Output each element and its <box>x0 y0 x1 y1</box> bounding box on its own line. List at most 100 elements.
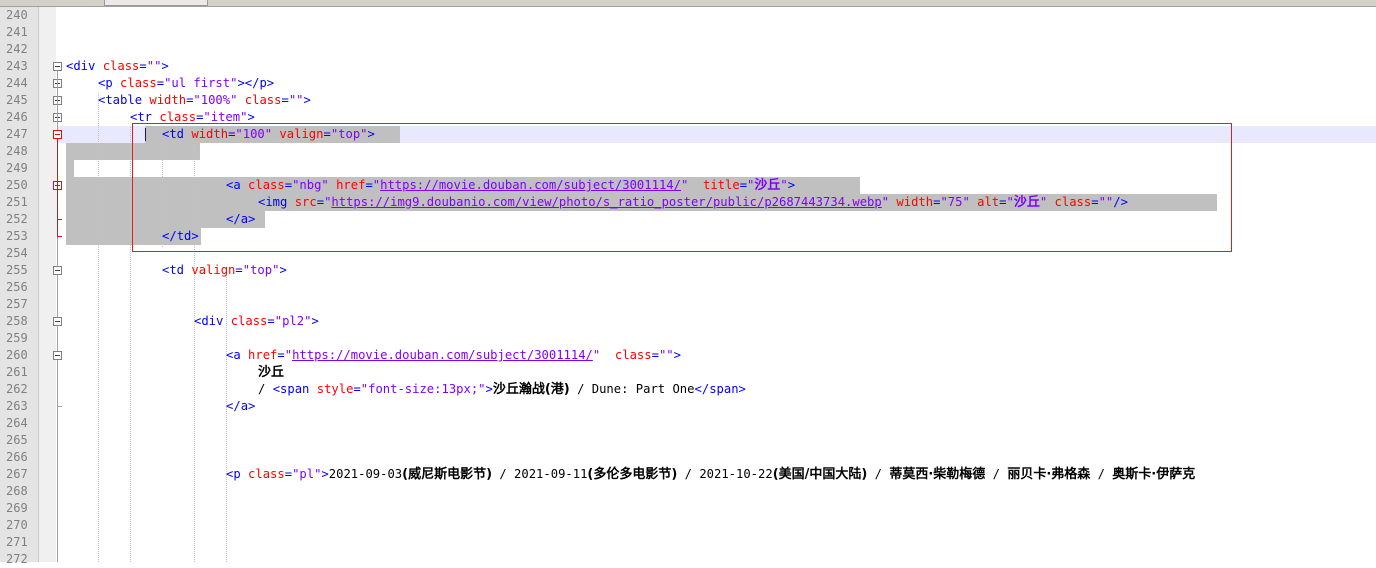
code-token: </ <box>162 229 177 243</box>
line-number: 269 <box>6 501 28 515</box>
line-number: 264 <box>6 416 28 430</box>
code-line: <table width="100%" class=""> <box>98 92 311 109</box>
fold-line <box>57 139 58 237</box>
code-token: = <box>235 263 243 277</box>
code-token[interactable]: https://img9.doubanio.com/view/photo/s_r… <box>331 195 881 209</box>
fold-toggle-icon[interactable] <box>53 266 62 275</box>
code-token: a <box>233 348 241 362</box>
code-token: = <box>739 178 748 192</box>
code-token: tr <box>137 110 153 124</box>
code-token: = <box>365 178 373 192</box>
code-token: / <box>258 382 273 396</box>
line-number: 271 <box>6 535 28 549</box>
code-token: 奥斯卡·伊萨克 <box>1112 467 1196 482</box>
code-token[interactable]: https://movie.douban.com/subject/3001114… <box>292 348 593 362</box>
line-number: 241 <box>6 25 28 39</box>
code-token: p <box>233 467 241 481</box>
code-token: img <box>265 195 288 209</box>
line-number: 240 <box>6 8 28 22</box>
fold-line <box>57 237 58 266</box>
code-token: </ <box>226 399 241 413</box>
code-editor[interactable]: <div class=""> <p class="ul first"></p> <t… <box>57 7 1376 562</box>
code-token: " <box>881 195 890 209</box>
line-number: 258 <box>6 314 28 328</box>
code-token: span <box>709 382 739 396</box>
code-token: = <box>139 59 147 73</box>
line-number: 245 <box>6 93 28 107</box>
code-line: <p class="pl">2021-09-03(威尼斯电影节) / 2021-… <box>226 466 1195 483</box>
line-number: 259 <box>6 331 28 345</box>
code-token: " <box>284 348 293 362</box>
code-token: </ <box>226 212 241 226</box>
code-token: = <box>284 178 293 192</box>
fold-margin[interactable] <box>39 7 56 562</box>
line-number: 247 <box>6 127 28 141</box>
fold-toggle-icon[interactable] <box>53 351 62 360</box>
code-line: <a class="nbg" href="https://movie.douba… <box>226 177 795 194</box>
fold-toggle-icon[interactable] <box>53 317 62 326</box>
line-number: 260 <box>6 348 28 362</box>
line-number: 256 <box>6 280 28 294</box>
code-token: 蒂莫西·柴勒梅德 <box>889 467 986 482</box>
code-token: style <box>309 382 354 396</box>
code-token: class <box>223 314 268 328</box>
tab-strip <box>0 0 1376 7</box>
code-token: = <box>353 382 361 396</box>
code-token: class <box>240 467 285 481</box>
code-token: 沙丘 <box>258 365 285 380</box>
line-number: 250 <box>6 178 28 192</box>
code-token: class <box>112 76 157 90</box>
code-token: "ul first" <box>164 76 238 90</box>
code-token: div <box>201 314 224 328</box>
code-token: </ <box>694 382 710 396</box>
line-number: 263 <box>6 399 28 413</box>
code-token: a <box>240 399 249 413</box>
code-token: < <box>272 382 281 396</box>
document-tab[interactable] <box>104 0 208 6</box>
code-token[interactable]: https://movie.douban.com/subject/3001114… <box>380 178 681 192</box>
line-number: 257 <box>6 297 28 311</box>
code-line: <a href="https://movie.douban.com/subjec… <box>226 347 681 364</box>
line-number: 251 <box>6 195 28 209</box>
code-token: / <box>985 467 1008 481</box>
code-token: (多伦多电影节) <box>587 467 678 482</box>
code-line: <p class="ul first"></p> <box>98 75 274 92</box>
code-token: p <box>259 76 267 90</box>
code-token: "top" <box>330 127 368 141</box>
code-token: "pl" <box>292 467 322 481</box>
code-token: /> <box>1113 195 1128 209</box>
code-token: > <box>303 93 311 107</box>
line-number: 249 <box>6 161 28 175</box>
code-token: "100" <box>235 127 273 141</box>
code-token: td <box>169 263 185 277</box>
code-token: > <box>279 263 287 277</box>
code-token: > <box>247 110 255 124</box>
code-token: class <box>237 93 282 107</box>
code-token: href <box>328 178 366 192</box>
fold-line <box>57 407 58 562</box>
fold-line <box>57 275 58 317</box>
code-token: > <box>787 178 796 192</box>
code-token: > <box>367 127 375 141</box>
code-token: (威尼斯电影节) <box>402 467 493 482</box>
code-token: src <box>287 195 317 209</box>
code-token: 2021-09-03 <box>328 467 403 481</box>
code-line: <img src="https://img9.doubanio.com/view… <box>258 194 1128 211</box>
code-token: p <box>105 76 113 90</box>
code-token: 沙丘 <box>1013 195 1040 210</box>
code-token: ></ <box>237 76 260 90</box>
fold-toggle-icon[interactable] <box>53 62 62 71</box>
code-token: "item" <box>203 110 248 124</box>
line-number: 252 <box>6 212 28 226</box>
code-token: / 2021-09-11 <box>492 467 588 481</box>
code-line: <td valign="top"> <box>162 262 287 279</box>
code-token: "nbg" <box>292 178 329 192</box>
code-token: > <box>738 382 746 396</box>
code-token: "75" <box>940 195 970 209</box>
code-token: = <box>277 348 285 362</box>
code-token: " <box>780 178 788 192</box>
code-token: = <box>1091 195 1099 209</box>
fold-end-marker <box>57 219 62 220</box>
fold-toggle-icon[interactable] <box>53 130 62 139</box>
code-token: "100%" <box>193 93 238 107</box>
